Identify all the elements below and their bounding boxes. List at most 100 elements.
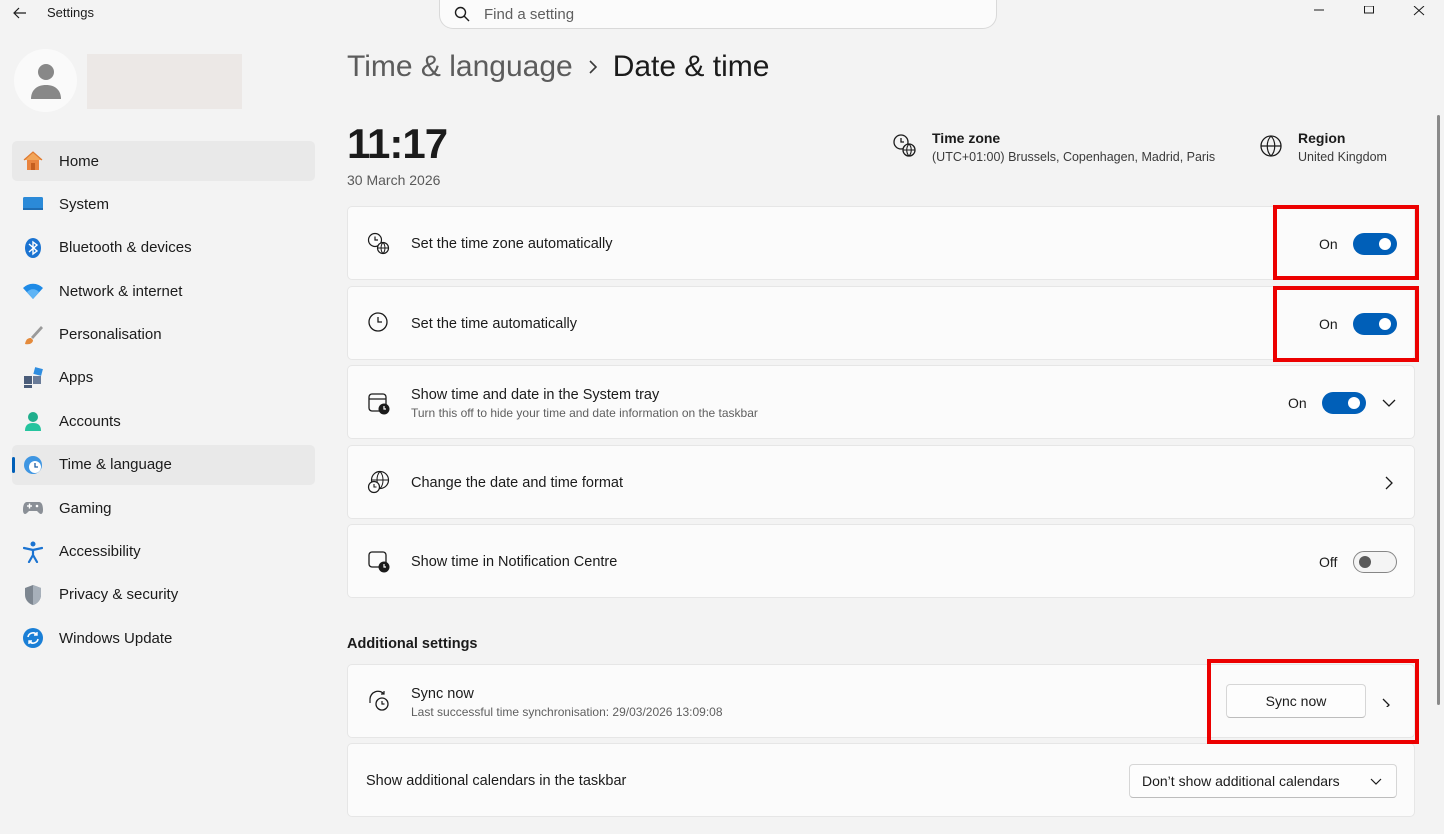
region-title: Region xyxy=(1298,130,1346,146)
globe-clock-icon xyxy=(367,232,390,255)
clock-icon xyxy=(368,312,388,332)
active-indicator xyxy=(12,456,15,473)
sidebar-item-accounts[interactable]: Accounts xyxy=(12,401,315,441)
search-input[interactable] xyxy=(484,5,964,23)
sidebar-item-label: Apps xyxy=(59,369,94,387)
sync-now-button[interactable]: Sync now xyxy=(1226,684,1366,718)
back-button[interactable] xyxy=(8,2,32,24)
home-icon xyxy=(22,150,44,172)
sidebar-item-home[interactable]: Home xyxy=(12,141,315,181)
time-zone-info: Time zone (UTC+01:00) Brussels, Copenhag… xyxy=(892,130,1215,164)
close-icon xyxy=(1413,6,1425,16)
time-zone-value: (UTC+01:00) Brussels, Copenhagen, Madrid… xyxy=(932,150,1216,164)
user-name-redacted xyxy=(87,54,242,109)
avatar[interactable] xyxy=(14,49,77,112)
setting-card-system-tray[interactable]: Show time and date in the System tray Tu… xyxy=(347,365,1415,439)
user-icon xyxy=(30,63,61,99)
setting-card-notification: Show time in Notification Centre Off xyxy=(347,524,1415,598)
chevron-down-icon[interactable] xyxy=(1381,694,1397,710)
time-language-icon xyxy=(22,454,44,476)
globe-icon xyxy=(1260,135,1282,157)
sidebar-item-time-language[interactable]: Time & language xyxy=(12,444,315,485)
region-value: United Kingdom xyxy=(1298,150,1387,164)
notification-clock-icon xyxy=(368,551,390,573)
search-box[interactable] xyxy=(439,0,997,29)
gamepad-icon xyxy=(22,497,44,519)
close-button[interactable] xyxy=(1394,0,1444,22)
globe-clock-icon xyxy=(893,134,916,157)
sidebar-item-label: Privacy & security xyxy=(59,586,179,604)
sidebar-item-accessibility[interactable]: Accessibility xyxy=(12,532,315,572)
back-arrow-icon xyxy=(13,7,26,19)
setting-subtitle: Turn this off to hide your time and date… xyxy=(411,406,758,420)
sidebar-item-apps[interactable]: Apps xyxy=(12,358,315,398)
toggle-state-label: On xyxy=(1288,395,1307,411)
setting-card-calendars: Show additional calendars in the taskbar… xyxy=(347,743,1415,817)
calendars-dropdown[interactable]: Don’t show additional calendars xyxy=(1129,764,1397,798)
region-info: Region United Kingdom xyxy=(1258,130,1387,164)
sidebar-item-network[interactable]: Network & internet xyxy=(12,271,315,311)
system-icon xyxy=(22,193,44,215)
sync-clock-icon xyxy=(369,690,389,711)
setting-title: Show additional calendars in the taskbar xyxy=(366,773,627,789)
chevron-right-icon xyxy=(588,59,598,75)
dropdown-selected-value: Don’t show additional calendars xyxy=(1142,773,1340,789)
current-time: 11:17 xyxy=(347,120,448,167)
tz-auto-toggle[interactable] xyxy=(1353,233,1397,255)
toggle-state-label: On xyxy=(1319,236,1338,252)
search-icon xyxy=(454,6,470,22)
sidebar-item-label: Accessibility xyxy=(59,543,141,561)
toggle-state-label: Off xyxy=(1319,554,1338,570)
time-auto-toggle[interactable] xyxy=(1353,313,1397,335)
sidebar-item-label: Network & internet xyxy=(59,282,183,300)
chevron-right-icon[interactable] xyxy=(1381,475,1397,491)
bluetooth-icon xyxy=(22,237,44,259)
sidebar-item-gaming[interactable]: Gaming xyxy=(12,488,315,528)
sidebar-item-label: Windows Update xyxy=(59,629,173,647)
setting-title: Set the time zone automatically xyxy=(411,236,613,252)
sidebar-item-label: System xyxy=(59,195,110,213)
maximize-icon xyxy=(1364,6,1374,14)
shield-icon xyxy=(22,584,44,606)
sidebar-item-windows-update[interactable]: Windows Update xyxy=(12,618,315,658)
globe-clock-icon xyxy=(367,470,390,494)
setting-title: Change the date and time format xyxy=(411,475,623,491)
system-tray-toggle[interactable] xyxy=(1322,392,1366,414)
toggle-state-label: On xyxy=(1319,316,1338,332)
maximize-button[interactable] xyxy=(1344,0,1394,22)
sidebar-nav: Home System Bluetooth & devices Network … xyxy=(12,141,315,662)
current-date: 30 March 2026 xyxy=(347,172,441,188)
setting-title: Show time and date in the System tray xyxy=(411,387,660,403)
apps-icon xyxy=(22,367,44,389)
sidebar-item-privacy[interactable]: Privacy & security xyxy=(12,575,315,615)
sidebar-item-label: Bluetooth & devices xyxy=(59,239,192,257)
scrollbar[interactable] xyxy=(1437,115,1440,705)
breadcrumb-parent[interactable]: Time & language xyxy=(347,50,573,84)
setting-card-sync[interactable]: Sync now Last successful time synchronis… xyxy=(347,664,1415,738)
minimize-icon xyxy=(1314,9,1324,11)
sidebar-item-label: Accounts xyxy=(59,412,121,430)
setting-card-format[interactable]: Change the date and time format xyxy=(347,445,1415,519)
setting-card-tz-auto: Set the time zone automatically On xyxy=(347,206,1415,280)
update-icon xyxy=(22,627,44,649)
section-heading: Additional settings xyxy=(347,636,478,652)
setting-title: Sync now xyxy=(411,686,474,702)
window-controls xyxy=(1294,0,1444,22)
chevron-down-icon[interactable] xyxy=(1381,395,1397,411)
setting-title: Show time in Notification Centre xyxy=(411,554,618,570)
setting-subtitle: Last successful time synchronisation: 29… xyxy=(411,705,723,719)
calendar-clock-icon xyxy=(368,393,390,415)
breadcrumb: Time & language Date & time xyxy=(347,50,769,84)
notification-toggle[interactable] xyxy=(1353,551,1397,573)
time-zone-title: Time zone xyxy=(932,130,1001,146)
sidebar-item-label: Time & language xyxy=(59,456,172,474)
sidebar-item-label: Home xyxy=(59,152,100,170)
sidebar-item-system[interactable]: System xyxy=(12,184,315,224)
page-title: Date & time xyxy=(612,50,770,83)
sidebar-item-label: Personalisation xyxy=(59,326,162,344)
minimize-button[interactable] xyxy=(1294,0,1344,22)
sidebar-item-personalisation[interactable]: Personalisation xyxy=(12,315,315,355)
accounts-icon xyxy=(22,410,44,432)
sidebar-item-bluetooth[interactable]: Bluetooth & devices xyxy=(12,228,315,268)
sidebar-item-label: Gaming xyxy=(59,499,112,517)
